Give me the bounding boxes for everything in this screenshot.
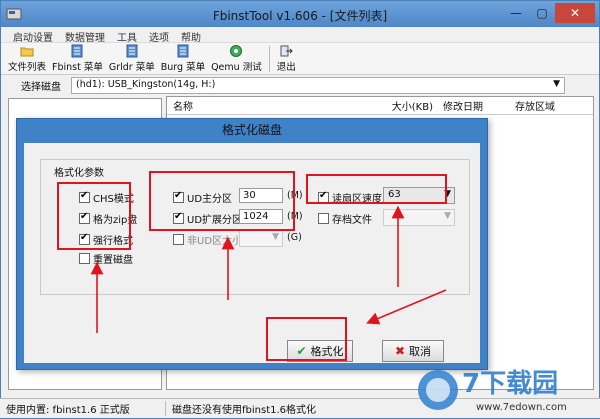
menu-doc-icon bbox=[126, 44, 138, 58]
highlight-box-read-speed bbox=[306, 174, 447, 204]
toolbar-label: Qemu 测试 bbox=[211, 62, 262, 73]
archive-file-label: 存档文件 bbox=[332, 215, 372, 226]
maximize-button[interactable]: ▢ bbox=[529, 3, 555, 23]
highlight-box-format-options bbox=[57, 182, 131, 250]
toolbar-burg-menu-button[interactable]: Burg 菜单 bbox=[158, 43, 208, 75]
chevron-down-icon: ▼ bbox=[553, 78, 560, 89]
close-button[interactable]: ✕ bbox=[555, 3, 595, 23]
disk-select[interactable]: (hd1): USB_Kingston(14g, H:) ▼ bbox=[71, 76, 565, 94]
menu-doc-icon bbox=[177, 44, 189, 58]
archive-file-checkbox[interactable]: 存档文件 bbox=[318, 211, 372, 226]
watermark-graphic: 7下载园 www.7edown.com bbox=[418, 369, 567, 413]
qemu-icon bbox=[230, 45, 243, 57]
menu-help[interactable]: 帮助 bbox=[175, 27, 207, 44]
column-date[interactable]: 修改日期 bbox=[437, 98, 509, 113]
reset-disk-label: 重置磁盘 bbox=[93, 255, 133, 266]
column-size[interactable]: 大小(KB) bbox=[357, 98, 437, 113]
toolbar-label: 退出 bbox=[276, 62, 296, 73]
menu-data-management[interactable]: 数据管理 bbox=[59, 27, 111, 44]
menu-options[interactable]: 选项 bbox=[143, 27, 175, 44]
toolbar-fbinst-menu-button[interactable]: Fbinst 菜单 bbox=[49, 43, 106, 75]
status-message: 磁盘还没有使用fbinst1.6格式化 bbox=[172, 405, 317, 416]
chevron-down-icon: ▼ bbox=[444, 211, 451, 221]
toolbar-qemu-test-button[interactable]: Qemu 测试 bbox=[208, 43, 265, 75]
minimize-button[interactable]: — bbox=[503, 3, 529, 23]
status-version: 使用内置: fbinst1.6 正式版 bbox=[0, 401, 166, 416]
menu-doc-icon bbox=[71, 44, 83, 58]
cancel-button[interactable]: ✖ 取消 bbox=[382, 340, 444, 362]
toolbar-label: 文件列表 bbox=[8, 62, 47, 73]
toolbar-file-list-button[interactable]: 文件列表 bbox=[5, 43, 49, 75]
column-area[interactable]: 存放区域 bbox=[509, 98, 589, 113]
toolbar-exit-button[interactable]: 退出 bbox=[274, 43, 299, 75]
toolbar-label: Burg 菜单 bbox=[160, 62, 206, 73]
disk-select-row: 选择磁盘 (hd1): USB_Kingston(14g, H:) ▼ bbox=[1, 75, 599, 95]
reset-disk-checkbox[interactable]: 重置磁盘 bbox=[79, 251, 133, 266]
toolbar: 文件列表 Fbinst 菜单 Grldr 菜单 Burg 菜单 Qemu 测试 … bbox=[1, 43, 599, 75]
column-name[interactable]: 名称 bbox=[167, 98, 357, 113]
highlight-box-format-button bbox=[266, 317, 347, 361]
watermark-logo: 7下载园 www.7edown.com bbox=[414, 362, 598, 416]
checkbox-box bbox=[173, 234, 184, 245]
toolbar-label: Grldr 菜单 bbox=[108, 62, 155, 73]
watermark-text: 7下载园 bbox=[462, 369, 558, 399]
toolbar-separator bbox=[268, 46, 270, 72]
toolbar-grldr-menu-button[interactable]: Grldr 菜单 bbox=[106, 43, 158, 75]
dialog-title: 格式化磁盘 bbox=[221, 123, 282, 137]
disk-select-label: 选择磁盘 bbox=[21, 81, 61, 93]
non-ud-unit: (G) bbox=[287, 232, 302, 243]
close-icon: ✖ bbox=[394, 344, 406, 358]
highlight-box-ud-partitions bbox=[149, 171, 295, 231]
toolbar-label: Fbinst 菜单 bbox=[52, 62, 103, 73]
archive-file-select[interactable]: ▼ bbox=[383, 209, 455, 226]
checkbox-box bbox=[79, 253, 90, 264]
non-ud-size-select[interactable]: ▼ bbox=[239, 230, 283, 247]
folder-icon bbox=[20, 47, 34, 57]
watermark-url: www.7edown.com bbox=[476, 402, 567, 413]
menu-bar: 启动设置 数据管理 工具 选项 帮助 bbox=[1, 27, 599, 44]
file-list-header: 名称 大小(KB) 修改日期 存放区域 bbox=[167, 97, 593, 115]
disk-select-value: (hd1): USB_Kingston(14g, H:) bbox=[76, 78, 216, 90]
format-params-label: 格式化参数 bbox=[52, 164, 106, 179]
chevron-down-icon: ▼ bbox=[272, 232, 279, 242]
exit-icon bbox=[280, 45, 293, 57]
non-ud-size-checkbox[interactable]: 非UD区大小 bbox=[173, 232, 242, 247]
menu-startup-settings[interactable]: 启动设置 bbox=[7, 27, 59, 44]
cancel-button-label: 取消 bbox=[409, 345, 432, 358]
non-ud-size-label: 非UD区大小 bbox=[187, 236, 243, 247]
checkbox-box bbox=[318, 213, 329, 224]
title-bar[interactable]: FbinstTool v1.606 - [文件列表] — ▢ ✕ bbox=[1, 1, 599, 27]
menu-tools[interactable]: 工具 bbox=[111, 27, 143, 44]
